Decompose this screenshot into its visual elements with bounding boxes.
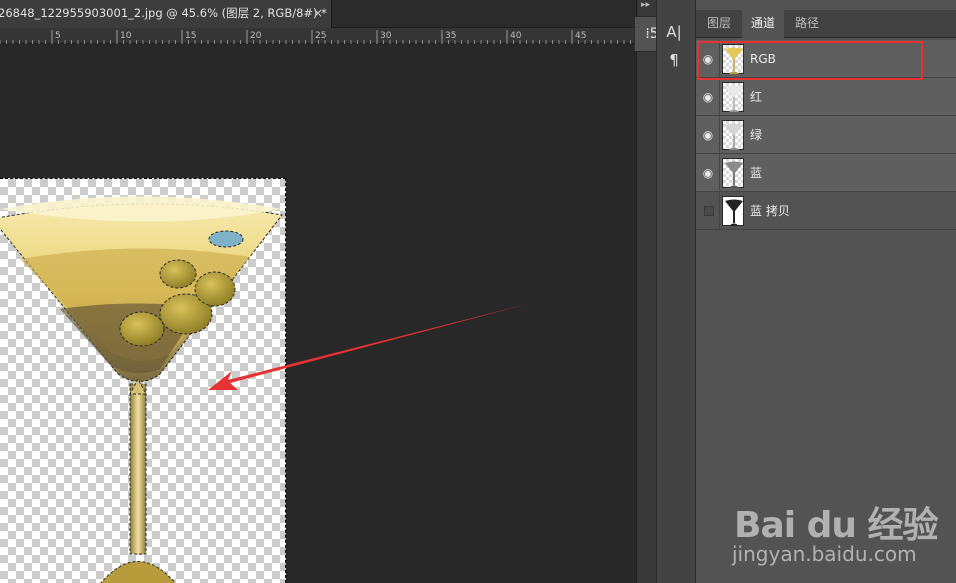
eye-icon[interactable]: ◉ [700, 127, 716, 143]
document-tab-title: 26848_122955903001_2.jpg @ 45.6% (图层 2, … [0, 6, 327, 20]
row-divider [719, 116, 720, 154]
ruler-tick-label: 10 [120, 31, 132, 41]
channel-label: 蓝 [750, 166, 763, 180]
channel-label: 红 [750, 90, 763, 104]
row-divider [719, 154, 720, 192]
channel-row-blue-copy[interactable]: 蓝 拷贝 [696, 192, 956, 230]
channel-row-green[interactable]: ◉ 绿 [696, 116, 956, 154]
panel-dock-strip [636, 0, 656, 583]
channel-thumbnail [722, 82, 744, 112]
ruler-ticks: 5101520253035404550 [0, 30, 631, 44]
horizontal-ruler: 5101520253035404550 [0, 28, 636, 44]
ruler-tick-label: 25 [315, 31, 326, 41]
ruler-tick-label: 40 [510, 31, 522, 41]
tab-channels[interactable]: 通道 [742, 10, 785, 38]
document-tab[interactable]: 26848_122955903001_2.jpg @ 45.6% (图层 2, … [0, 0, 332, 28]
channel-row-red[interactable]: ◉ 红 [696, 78, 956, 116]
annotation-arrow [208, 302, 535, 390]
visibility-toggle[interactable] [704, 206, 714, 216]
eye-icon[interactable]: ◉ [700, 165, 716, 181]
channel-thumbnail [722, 196, 744, 226]
row-divider [719, 78, 720, 116]
channel-label: 绿 [750, 128, 763, 142]
channel-thumbnail [722, 158, 744, 188]
ruler-tick-label: 20 [250, 31, 262, 41]
rgb-highlight-box [697, 41, 923, 80]
character-panel-icon[interactable]: A| [663, 20, 685, 44]
eye-icon[interactable]: ◉ [700, 89, 716, 105]
ruler-tick-label: 35 [445, 31, 456, 41]
canvas-area[interactable] [0, 45, 636, 583]
ruler-tick-label: 45 [575, 31, 586, 41]
collapsed-panel-icons [656, 0, 696, 583]
ruler-tick-label: 5 [55, 31, 61, 41]
panel-tab-bar: 图层 通道 路径 [696, 10, 956, 38]
ruler-tick-label: 30 [380, 31, 392, 41]
row-divider [719, 192, 720, 230]
channel-thumbnail [722, 120, 744, 150]
paragraph-panel-icon[interactable]: ¶ [663, 48, 685, 72]
close-icon[interactable]: × [313, 0, 323, 26]
channel-row-blue[interactable]: ◉ 蓝 [696, 154, 956, 192]
channel-label: 蓝 拷贝 [750, 204, 790, 218]
tab-layers[interactable]: 图层 [698, 10, 740, 38]
document-tab-bar: 26848_122955903001_2.jpg @ 45.6% (图层 2, … [0, 0, 636, 28]
expand-panels-icon[interactable]: ▸▸ [641, 0, 650, 10]
tab-paths[interactable]: 路径 [786, 10, 828, 38]
channels-panel: 图层 通道 路径 ◉ RGB ◉ 红 ◉ 绿 ◉ 蓝 蓝 拷贝 [696, 0, 956, 583]
ruler-tick-label: 15 [185, 31, 196, 41]
